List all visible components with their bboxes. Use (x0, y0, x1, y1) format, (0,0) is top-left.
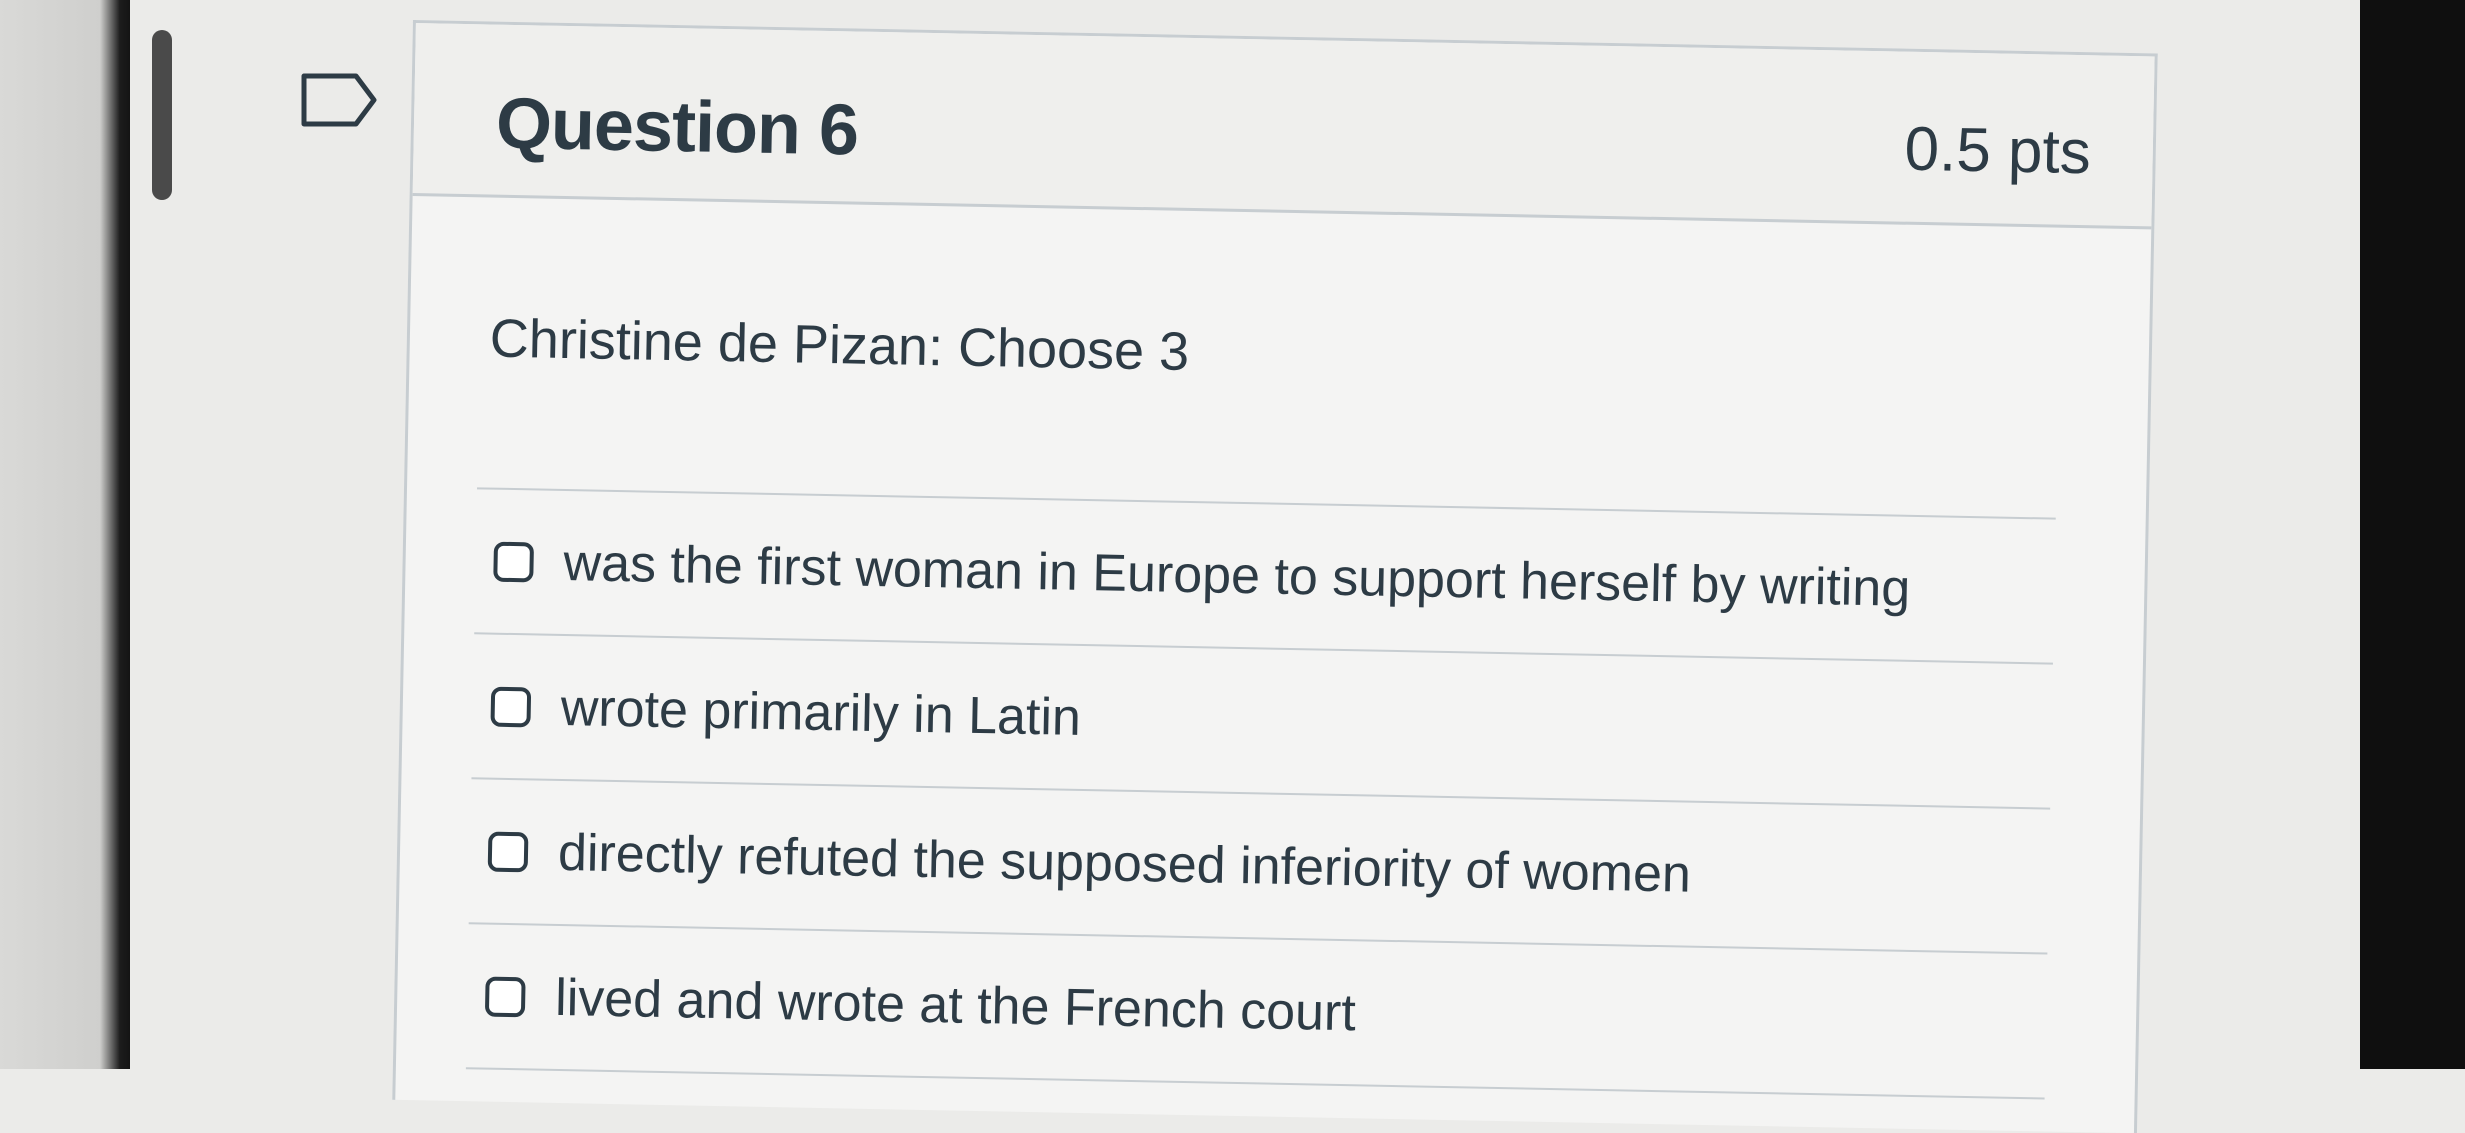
question-header: Question 6 0.5 pts (412, 23, 2155, 230)
question-prompt: Christine de Pizan: Choose 3 (489, 308, 1190, 382)
answer-label: was the first woman in Europe to support… (563, 533, 1911, 618)
question-card: Question 6 0.5 pts Christine de Pizan: C… (392, 20, 2158, 1133)
answer-label: wrote primarily in Latin (560, 678, 1082, 747)
screen-bezel-left (0, 0, 130, 1069)
checkbox[interactable] (493, 541, 535, 582)
answer-option[interactable]: lived and wrote at the French court (465, 924, 2048, 1100)
checkbox[interactable] (487, 831, 529, 872)
screen-bezel-right (2360, 0, 2465, 1069)
question-title: Question 6 (495, 83, 859, 171)
checkbox[interactable] (490, 686, 532, 727)
flag-icon[interactable] (300, 70, 380, 130)
question-points: 0.5 pts (1904, 114, 2092, 188)
scrollbar-thumb[interactable] (152, 30, 172, 200)
checkbox[interactable] (484, 976, 526, 1017)
answer-label: lived and wrote at the French court (554, 968, 1357, 1042)
answer-list: was the first woman in Europe to support… (465, 489, 2056, 1100)
answer-label: directly refuted the supposed inferiorit… (557, 823, 1692, 904)
